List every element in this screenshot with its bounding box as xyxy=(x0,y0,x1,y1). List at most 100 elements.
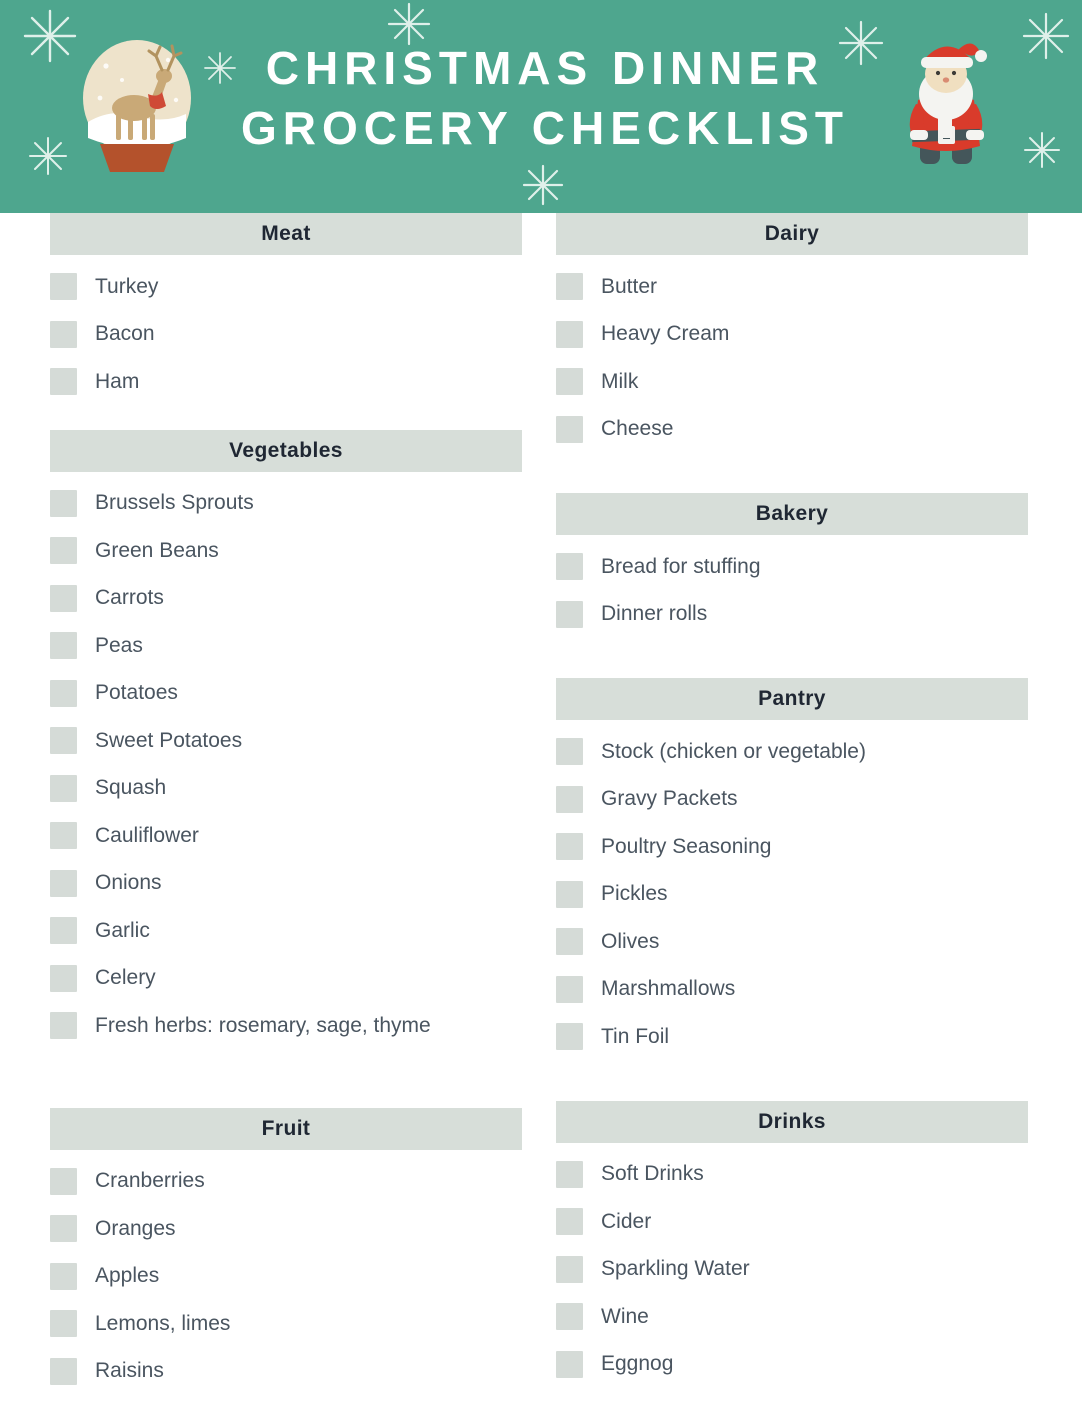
checklist-item[interactable]: Peas xyxy=(50,622,522,670)
checkbox-icon[interactable] xyxy=(50,1262,77,1290)
checkbox-icon[interactable] xyxy=(50,822,77,850)
checklist-item[interactable]: Bread for stuffing xyxy=(556,543,1028,591)
checklist-item-label: Bacon xyxy=(95,322,155,346)
checklist-item[interactable]: Cheese xyxy=(556,406,1028,454)
checkbox-icon[interactable] xyxy=(556,975,583,1003)
checkbox-icon[interactable] xyxy=(556,415,583,443)
checklist-item[interactable]: Marshmallows xyxy=(556,966,1028,1014)
snow-globe-reindeer-icon xyxy=(76,36,198,176)
checklist-item[interactable]: Raisins xyxy=(50,1348,522,1396)
santa-claus-icon xyxy=(898,38,994,173)
checkbox-icon[interactable] xyxy=(556,600,583,628)
checkbox-icon[interactable] xyxy=(556,1350,583,1378)
checkbox-icon[interactable] xyxy=(556,833,583,861)
checkbox-icon[interactable] xyxy=(556,928,583,956)
snowflake-icon xyxy=(520,162,566,208)
checklist-item[interactable]: Sparkling Water xyxy=(556,1246,1028,1294)
checkbox-icon[interactable] xyxy=(50,727,77,755)
checklist-item[interactable]: Garlic xyxy=(50,907,522,955)
section-header-bakery: Bakery xyxy=(556,493,1028,535)
checkbox-icon[interactable] xyxy=(50,1167,77,1195)
checklist-item[interactable]: Celery xyxy=(50,955,522,1003)
checklist-item[interactable]: Eggnog xyxy=(556,1341,1028,1389)
checklist-item[interactable]: Cranberries xyxy=(50,1158,522,1206)
checklist-item[interactable]: Dinner rolls xyxy=(556,591,1028,639)
checklist-item-label: Apples xyxy=(95,1264,160,1288)
checkbox-icon[interactable] xyxy=(556,273,583,301)
checkbox-icon[interactable] xyxy=(556,1303,583,1331)
checklist-item-label: Potatoes xyxy=(95,681,178,705)
checkbox-icon[interactable] xyxy=(50,537,77,565)
checklist-item[interactable]: Gravy Packets xyxy=(556,776,1028,824)
checklist-item[interactable]: Oranges xyxy=(50,1205,522,1253)
checklist-item[interactable]: Potatoes xyxy=(50,670,522,718)
checklist-section: Fruit Cranberries Oranges Apples Lemons, lim… xyxy=(50,1107,522,1396)
checklist-item[interactable]: Onions xyxy=(50,860,522,908)
checkbox-icon[interactable] xyxy=(556,368,583,396)
checkbox-icon[interactable] xyxy=(50,869,77,897)
checkbox-icon[interactable] xyxy=(50,632,77,660)
checklist-item[interactable]: Ham xyxy=(50,358,522,406)
section-header-drinks: Drinks xyxy=(556,1100,1028,1143)
checkbox-icon[interactable] xyxy=(50,917,77,945)
checklist-item[interactable]: Cauliflower xyxy=(50,812,522,860)
checklist-item[interactable]: Bacon xyxy=(50,311,522,359)
checklist-item-label: Peas xyxy=(95,633,143,657)
checklist-item[interactable]: Cider xyxy=(556,1198,1028,1246)
checkbox-icon[interactable] xyxy=(556,738,583,766)
checkbox-icon[interactable] xyxy=(556,1208,583,1236)
checklist-item[interactable]: Butter xyxy=(556,263,1028,311)
checkbox-icon[interactable] xyxy=(50,774,77,802)
checklist-item[interactable]: Soft Drinks xyxy=(556,1151,1028,1199)
checklist-item[interactable]: Sweet Potatoes xyxy=(50,717,522,765)
checkbox-icon[interactable] xyxy=(556,785,583,813)
section-item-list: Cranberries Oranges Apples Lemons, limes Rai… xyxy=(50,1150,522,1396)
checklist-item[interactable]: Apples xyxy=(50,1253,522,1301)
checkbox-icon[interactable] xyxy=(556,880,583,908)
section-header-pantry: Pantry xyxy=(556,678,1028,720)
checkbox-icon[interactable] xyxy=(50,964,77,992)
checklist-item-label: Poultry Seasoning xyxy=(601,834,772,858)
checklist-item-label: Brussels Sprouts xyxy=(95,491,254,515)
checkbox-icon[interactable] xyxy=(50,489,77,517)
snowflake-icon xyxy=(1022,130,1062,170)
checklist-item[interactable]: Lemons, limes xyxy=(50,1300,522,1348)
checklist-section: Bakery Bread for stuffing Dinner rolls xyxy=(556,493,1028,638)
checkbox-icon[interactable] xyxy=(50,320,77,348)
checklist-item[interactable]: Squash xyxy=(50,765,522,813)
checklist-item[interactable]: Turkey xyxy=(50,263,522,311)
checklist-item[interactable]: Stock (chicken or vegetable) xyxy=(556,728,1028,776)
section-header-dairy: Dairy xyxy=(556,213,1028,255)
checklist-item[interactable]: Milk xyxy=(556,358,1028,406)
checkbox-icon[interactable] xyxy=(50,368,77,396)
checklist-item[interactable]: Poultry Seasoning xyxy=(556,823,1028,871)
checklist-item[interactable]: Wine xyxy=(556,1293,1028,1341)
checkbox-icon[interactable] xyxy=(50,679,77,707)
checklist-item-label: Celery xyxy=(95,966,156,990)
checklist-item[interactable]: Pickles xyxy=(556,871,1028,919)
checkbox-icon[interactable] xyxy=(50,1310,77,1338)
checkbox-icon[interactable] xyxy=(50,1215,77,1243)
checklist-item-label: Cider xyxy=(601,1209,652,1233)
checkbox-icon[interactable] xyxy=(50,1357,77,1385)
checklist-item[interactable]: Olives xyxy=(556,918,1028,966)
checklist-item-label: Milk xyxy=(601,369,639,393)
checkbox-icon[interactable] xyxy=(556,553,583,581)
checklist-item[interactable]: Heavy Cream xyxy=(556,311,1028,359)
checkbox-icon[interactable] xyxy=(556,320,583,348)
checklist-item[interactable]: Green Beans xyxy=(50,527,522,575)
checklist-item[interactable]: Carrots xyxy=(50,575,522,623)
checkbox-icon[interactable] xyxy=(50,1012,77,1040)
checklist-item[interactable]: Brussels Sprouts xyxy=(50,480,522,528)
checkbox-icon[interactable] xyxy=(556,1255,583,1283)
checkbox-icon[interactable] xyxy=(50,584,77,612)
checklist-item-label: Soft Drinks xyxy=(601,1162,704,1186)
checkbox-icon[interactable] xyxy=(556,1023,583,1051)
checklist-item[interactable]: Tin Foil xyxy=(556,1013,1028,1061)
checklist-item[interactable]: Fresh herbs: rosemary, sage, thyme xyxy=(50,1002,522,1050)
checkbox-icon[interactable] xyxy=(50,273,77,301)
checkbox-icon[interactable] xyxy=(556,1160,583,1188)
